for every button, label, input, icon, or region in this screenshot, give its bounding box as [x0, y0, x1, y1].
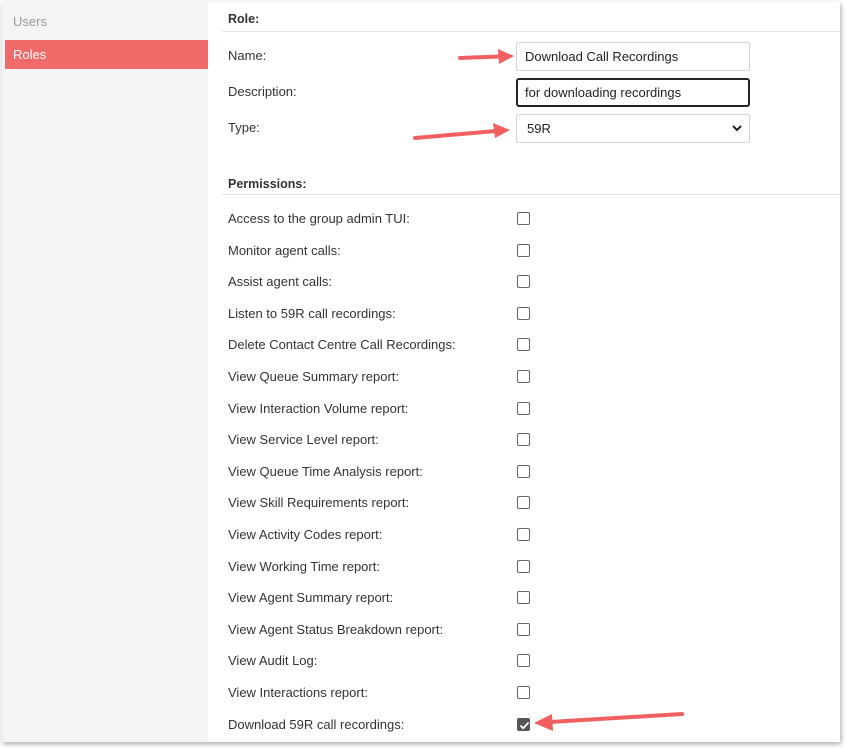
role-editor: Role: Name: Description: Type: 59R Permi… — [208, 2, 840, 742]
permission-checkbox[interactable] — [517, 275, 530, 289]
permission-label: View Audit Log: — [228, 653, 318, 669]
permission-checkbox[interactable] — [517, 591, 530, 605]
permissions-section-divider — [222, 194, 840, 195]
permissions-section-title: Permissions: — [228, 177, 307, 191]
type-select-value: 59R — [527, 121, 551, 136]
permission-label: View Skill Requirements report: — [228, 495, 410, 511]
permission-label: Monitor agent calls: — [228, 242, 341, 258]
sidebar: Users Roles — [2, 2, 208, 742]
permission-row: View Activity Codes report: — [208, 520, 840, 551]
role-section-title: Role: — [228, 12, 260, 26]
permission-row: View Audit Log: — [208, 646, 840, 677]
permission-checkbox[interactable] — [517, 717, 530, 731]
check-icon — [519, 721, 530, 730]
permission-label: View Agent Status Breakdown report: — [228, 621, 444, 637]
type-label: Type: — [228, 120, 260, 135]
permission-label: Assist agent calls: — [228, 274, 333, 290]
role-section-divider — [222, 31, 840, 32]
permission-row: Delete Contact Centre Call Recordings: — [208, 330, 840, 361]
permission-checkbox[interactable] — [517, 622, 530, 636]
description-field[interactable] — [516, 78, 750, 107]
permission-label: View Queue Summary report: — [228, 369, 399, 384]
permission-checkbox[interactable] — [517, 686, 530, 699]
permission-label: Access to the group admin TUI: — [228, 211, 410, 226]
permission-row: Access to the group admin TUI: — [208, 204, 840, 235]
sidebar-item-roles[interactable]: Roles — [5, 40, 208, 69]
permission-checkbox[interactable] — [517, 370, 530, 383]
permission-label: Download 59R call recordings: — [228, 716, 405, 732]
permission-row: View Service Level report: — [208, 425, 840, 456]
permission-checkbox[interactable] — [517, 496, 530, 510]
permission-checkbox[interactable] — [517, 559, 530, 573]
permission-checkbox[interactable] — [517, 528, 530, 541]
permission-row: View Interaction Volume report: — [208, 394, 840, 425]
permission-row: Download 59R call recordings: — [208, 710, 840, 741]
permission-checkbox[interactable] — [517, 338, 530, 352]
permission-checkbox[interactable] — [517, 306, 530, 320]
permission-label: View Interaction Volume report: — [228, 400, 409, 416]
permission-row: View Working Time report: — [208, 552, 840, 583]
permission-checkbox[interactable] — [517, 401, 530, 415]
permission-row: View Agent Summary report: — [208, 583, 840, 614]
permission-row: Monitor agent calls: — [208, 236, 840, 267]
permission-checkbox[interactable] — [517, 433, 530, 447]
permission-checkbox[interactable] — [517, 654, 530, 668]
permission-checkbox[interactable] — [517, 464, 530, 478]
sidebar-item-users[interactable]: Users — [5, 7, 208, 36]
permission-label: View Service Level report: — [228, 432, 379, 448]
permission-label: Delete Contact Centre Call Recordings: — [228, 337, 456, 353]
permission-label: View Agent Summary report: — [228, 590, 394, 606]
permission-row: View Queue Summary report: — [208, 362, 840, 393]
permission-row: View Interactions report: — [208, 678, 840, 709]
permission-row: View Skill Requirements report: — [208, 488, 840, 519]
chevron-down-icon — [731, 115, 743, 142]
permission-label: View Interactions report: — [228, 685, 368, 700]
permission-label: View Working Time report: — [228, 558, 380, 574]
permission-label: View Queue Time Analysis report: — [228, 463, 423, 479]
permission-checkbox[interactable] — [517, 212, 530, 225]
name-field[interactable] — [516, 42, 750, 71]
type-select[interactable]: 59R — [516, 114, 750, 143]
permission-row: Assist agent calls: — [208, 267, 840, 298]
permission-checkbox[interactable] — [517, 243, 530, 257]
permission-label: View Activity Codes report: — [228, 527, 383, 542]
description-label: Description: — [228, 84, 297, 99]
permission-row: Listen to 59R call recordings: — [208, 299, 840, 330]
app-window: Users Roles Role: Name: Description: Typ… — [2, 2, 840, 742]
permission-label: Listen to 59R call recordings: — [228, 305, 396, 321]
permission-row: View Agent Status Breakdown report: — [208, 615, 840, 646]
permission-row: View Queue Time Analysis report: — [208, 457, 840, 488]
name-label: Name: — [228, 48, 267, 63]
